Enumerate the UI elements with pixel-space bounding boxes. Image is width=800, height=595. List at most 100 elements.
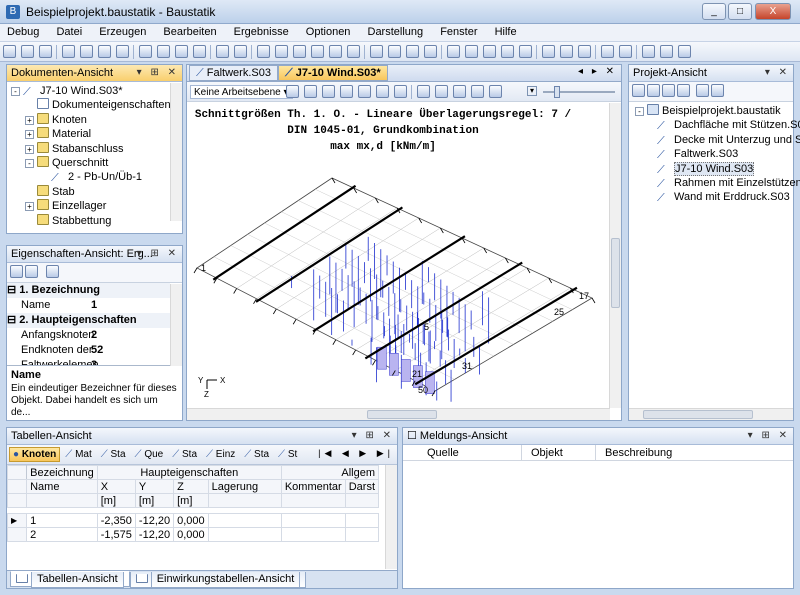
member-icon[interactable]	[370, 45, 383, 58]
tree-item[interactable]: - ⟋ J7-10 Wind.S03*	[11, 84, 182, 98]
property-row[interactable]: Faltwerkelemen 3	[7, 358, 170, 365]
collapse-icon[interactable]: ⊟	[7, 284, 19, 296]
result-icon[interactable]	[424, 45, 437, 58]
expand-icon[interactable]: +	[25, 202, 34, 212]
pan-icon[interactable]	[358, 85, 371, 98]
col-header-y[interactable]: Y	[134, 479, 175, 494]
cell-y[interactable]: -12,20	[134, 527, 175, 542]
viewport-hscroll[interactable]	[187, 408, 610, 420]
property-group[interactable]: ⊟ 1. Bezeichnung	[7, 283, 170, 298]
panel-buttons[interactable]: ▾ ⊞ ✕	[748, 428, 790, 444]
expand-icon[interactable]: +	[25, 115, 34, 125]
table-tab[interactable]: ⟋ Sta	[240, 447, 273, 462]
property-value[interactable]: 2	[91, 328, 97, 343]
menu-bearbeiten[interactable]: Bearbeiten	[156, 24, 223, 40]
close-button[interactable]: X	[755, 3, 791, 20]
expand-icon[interactable]: +	[25, 130, 34, 140]
tree-item[interactable]: Dokumenteigenschaften	[11, 98, 182, 112]
wall-icon[interactable]	[560, 45, 573, 58]
undo-icon[interactable]	[216, 45, 229, 58]
cell-z[interactable]: 0,000	[173, 527, 209, 542]
bedding-icon[interactable]	[578, 45, 591, 58]
view-top-icon[interactable]	[471, 85, 484, 98]
property-value[interactable]: 3	[91, 358, 97, 365]
support-icon[interactable]	[388, 45, 401, 58]
col-header-name[interactable]: Name	[26, 479, 98, 494]
table-tab[interactable]: ● Knoten	[9, 447, 61, 462]
col-header-kommentar[interactable]: Kommentar	[280, 479, 346, 494]
screen-icon[interactable]	[483, 45, 496, 58]
tab-nav-buttons[interactable]: ◂ ▸ ✕	[578, 66, 617, 77]
save-icon[interactable]	[39, 45, 52, 58]
tree-item[interactable]: Stab	[11, 184, 182, 199]
viewport-hscroll-thumb[interactable]	[367, 410, 437, 419]
delete-icon[interactable]	[157, 45, 170, 58]
zoom-out-icon[interactable]	[394, 85, 407, 98]
tree-item[interactable]: + Stabanschluss	[11, 141, 182, 156]
project-open-icon[interactable]	[632, 84, 645, 97]
col-objekt[interactable]: Objekt	[531, 447, 563, 459]
cell-x[interactable]: -2,350	[96, 513, 136, 528]
col-beschreibung[interactable]: Beschreibung	[605, 447, 672, 459]
folder-icon[interactable]	[257, 45, 270, 58]
cell-lagerung[interactable]	[207, 513, 282, 528]
list-icon[interactable]	[619, 45, 632, 58]
project-hscroll-thumb[interactable]	[643, 410, 753, 419]
cell-kommentar[interactable]	[280, 527, 346, 542]
calc-icon[interactable]	[293, 45, 306, 58]
print-icon[interactable]	[62, 45, 75, 58]
properties-grid[interactable]: ⊟ 1. Bezeichnung Name 1 ⊟ 2. Haupteigenscha…	[7, 283, 182, 365]
tool-icon[interactable]	[329, 45, 342, 58]
minimize-button[interactable]: _	[702, 3, 726, 20]
expand-icon[interactable]: +	[25, 144, 34, 154]
zoom-icon[interactable]	[340, 85, 353, 98]
pointer-icon[interactable]	[286, 85, 299, 98]
documents-tree[interactable]: - ⟋ J7-10 Wind.S03* Dokumenteigenschaften + K…	[7, 82, 182, 232]
row-selector[interactable]	[7, 527, 28, 542]
col-header-lagerung[interactable]: Lagerung	[207, 479, 282, 494]
cell-darst[interactable]	[344, 513, 380, 528]
tab-j7-10-wind[interactable]: ⟋ J7-10 Wind.S03*	[277, 65, 388, 81]
tree-item[interactable]: + Material	[11, 127, 182, 141]
menu-hilfe[interactable]: Hilfe	[488, 24, 524, 40]
menu-erzeugen[interactable]: Erzeugen	[92, 24, 153, 40]
collapse-icon[interactable]: -	[635, 107, 644, 116]
table-tab[interactable]: ⟋ Sta	[168, 447, 201, 462]
col-header-x[interactable]: X	[96, 479, 136, 494]
property-value[interactable]: 52	[91, 343, 103, 358]
col-quelle[interactable]: Quelle	[427, 447, 459, 459]
collapse-icon[interactable]: -	[11, 87, 20, 96]
cell-y[interactable]: -12,20	[134, 513, 175, 528]
view-front-icon[interactable]	[435, 85, 448, 98]
project-item[interactable]: ⟋ Rahmen mit Einzelstützen.S	[635, 176, 800, 190]
tree-item[interactable]: + Knoten	[11, 112, 182, 127]
tab-einwirkungstabellen[interactable]: Einwirkungstabellen-Ansicht	[129, 572, 307, 588]
project-item[interactable]: ⟋ Wand mit Erddruck.S03	[635, 190, 793, 204]
zoom-slider-thumb[interactable]	[554, 86, 560, 98]
project-copy-icon[interactable]	[696, 84, 709, 97]
table-tab[interactable]: ⟋ Sta	[97, 447, 130, 462]
project-root[interactable]: - Beispielprojekt.baustatik	[635, 104, 793, 118]
table-icon[interactable]	[601, 45, 614, 58]
nodes-table[interactable]: Bezeichnung Haupteigenschaften Allgem Na…	[7, 465, 380, 542]
table-tab[interactable]: ⟋ St	[274, 447, 301, 462]
cell-z[interactable]: 0,000	[173, 513, 209, 528]
open-icon[interactable]	[21, 45, 34, 58]
report-icon[interactable]	[116, 45, 129, 58]
tree-item[interactable]: Stabbettung	[11, 213, 182, 228]
section-icon[interactable]	[447, 45, 460, 58]
cell-x[interactable]: -1,575	[96, 527, 136, 542]
export-icon[interactable]	[98, 45, 111, 58]
tree-item[interactable]: + Einzellager	[11, 199, 182, 213]
menu-optionen[interactable]: Optionen	[299, 24, 358, 40]
view-3d-icon[interactable]	[417, 85, 430, 98]
curve2-icon[interactable]	[660, 45, 673, 58]
view-side-icon[interactable]	[453, 85, 466, 98]
panel-buttons[interactable]: ▾ ⊞ ✕	[352, 428, 394, 444]
zoom-in-icon[interactable]	[376, 85, 389, 98]
column-icon[interactable]	[501, 45, 514, 58]
curve-icon[interactable]	[642, 45, 655, 58]
load-icon[interactable]	[406, 45, 419, 58]
tab-faltwerk[interactable]: ⟋ Faltwerk.S03	[189, 65, 278, 81]
project-item[interactable]: ⟋ Decke mit Unterzug und St	[635, 133, 800, 147]
